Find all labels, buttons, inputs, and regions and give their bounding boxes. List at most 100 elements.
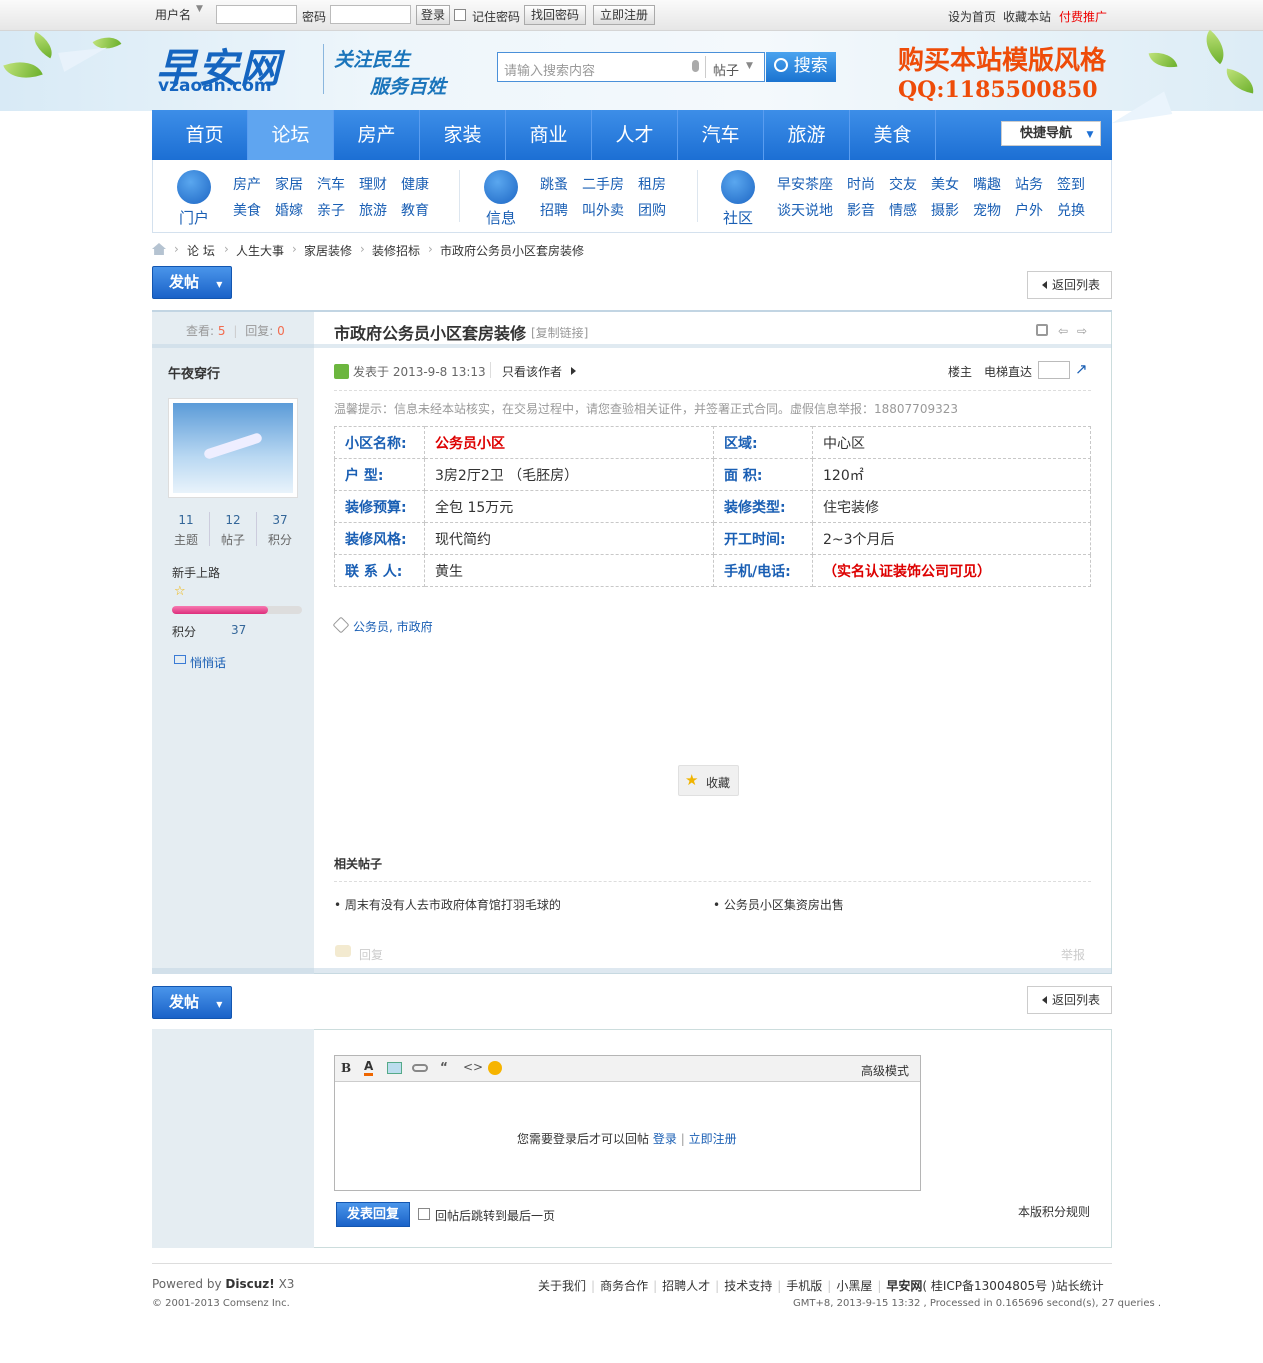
nav-item-food[interactable]: 美食: [850, 110, 936, 160]
username-input[interactable]: [216, 5, 297, 24]
nav-item-auto[interactable]: 汽车: [678, 110, 764, 160]
link-icon[interactable]: [412, 1064, 428, 1072]
subnav-link[interactable]: 签到: [1057, 174, 1085, 194]
footer-link[interactable]: 技术支持: [724, 1279, 772, 1293]
subnav-link[interactable]: 教育: [401, 200, 429, 220]
breadcrumb-item[interactable]: 论 坛: [187, 242, 215, 259]
set-home-link[interactable]: 设为首页: [948, 8, 996, 25]
pm-link[interactable]: 悄悄话: [190, 654, 226, 671]
subnav-group-info[interactable]: 信息: [486, 207, 516, 228]
subnav-link[interactable]: 早安茶座: [777, 174, 833, 194]
subnav-link[interactable]: 美女: [931, 174, 959, 194]
footer-link[interactable]: 商务合作: [600, 1279, 648, 1293]
discuz-link[interactable]: Discuz!: [225, 1277, 274, 1291]
floor-jump-input[interactable]: [1038, 361, 1070, 379]
community-icon[interactable]: [721, 170, 755, 204]
advanced-mode-link[interactable]: 高级模式: [861, 1062, 909, 1079]
author-points-count[interactable]: 37: [257, 513, 303, 527]
back-to-list-button[interactable]: 返回列表: [1027, 271, 1112, 299]
login-button[interactable]: 登录: [416, 5, 450, 25]
subnav-link[interactable]: 情感: [889, 200, 917, 220]
footer-link[interactable]: 招聘人才: [662, 1279, 710, 1293]
copy-link[interactable]: [复制链接]: [531, 324, 588, 341]
nav-item-travel[interactable]: 旅游: [764, 110, 850, 160]
font-color-icon[interactable]: A: [364, 1059, 374, 1076]
breadcrumb-item[interactable]: 人生大事: [236, 242, 284, 259]
info-icon[interactable]: [484, 170, 518, 204]
author-posts-count[interactable]: 12: [210, 513, 256, 527]
breadcrumb-item[interactable]: 家居装修: [304, 242, 352, 259]
paid-promo-link[interactable]: 付费推广: [1059, 8, 1107, 25]
new-post-button[interactable]: 发帖 ▼: [152, 986, 232, 1019]
quick-nav-dropdown[interactable]: 快捷导航 ▼: [1001, 121, 1101, 146]
report-link[interactable]: 举报: [1061, 946, 1085, 963]
thread-tags[interactable]: 公务员, 市政府: [353, 618, 433, 635]
microphone-icon[interactable]: [692, 60, 699, 72]
subnav-link[interactable]: 谈天说地: [777, 200, 833, 220]
previous-thread-icon[interactable]: ⇦: [1058, 324, 1068, 338]
quote-icon[interactable]: “: [440, 1060, 448, 1074]
subnav-link[interactable]: 兑换: [1057, 200, 1085, 220]
subnav-link[interactable]: 汽车: [317, 174, 345, 194]
nav-item-talent[interactable]: 人才: [592, 110, 678, 160]
search-button[interactable]: 搜索: [766, 52, 836, 82]
related-link[interactable]: 周末有没有人去市政府体育馆打羽毛球的: [345, 898, 561, 912]
print-icon[interactable]: [1036, 324, 1048, 336]
jump-last-checkbox[interactable]: [418, 1208, 430, 1220]
promo-ad[interactable]: 购买本站模版风格 QQ:1185500850: [898, 46, 1106, 104]
nav-item-business[interactable]: 商业: [506, 110, 592, 160]
nav-item-property[interactable]: 房产: [334, 110, 420, 160]
subnav-link[interactable]: 房产: [233, 174, 261, 194]
back-to-list-button[interactable]: 返回列表: [1027, 986, 1112, 1014]
subnav-group-community[interactable]: 社区: [723, 207, 753, 228]
login-link[interactable]: 登录: [653, 1132, 677, 1146]
search-input[interactable]: 请输入搜索内容 帖子 ▼: [497, 52, 765, 82]
subnav-link[interactable]: 二手房: [582, 174, 624, 194]
subnav-link[interactable]: 摄影: [931, 200, 959, 220]
bold-icon[interactable]: B: [341, 1061, 351, 1075]
subnav-link[interactable]: 跳蚤: [540, 174, 568, 194]
subnav-link[interactable]: 影音: [847, 200, 875, 220]
subnav-link[interactable]: 嘴趣: [973, 174, 1001, 194]
points-rules-link[interactable]: 本版积分规则: [1018, 1203, 1090, 1220]
subnav-link[interactable]: 宠物: [973, 200, 1001, 220]
register-link[interactable]: 立即注册: [689, 1132, 737, 1146]
register-button[interactable]: 立即注册: [593, 5, 655, 25]
subnav-link[interactable]: 站务: [1015, 174, 1043, 194]
smiley-icon[interactable]: [488, 1061, 502, 1075]
nav-item-forum[interactable]: 论坛: [248, 110, 334, 160]
chevron-down-icon[interactable]: ▼: [196, 4, 203, 14]
subnav-link[interactable]: 招聘: [540, 200, 568, 220]
site-stats-link[interactable]: 站长统计: [1056, 1279, 1104, 1293]
breadcrumb-item[interactable]: 装修招标: [372, 242, 420, 259]
reply-link[interactable]: 回复: [359, 946, 383, 963]
subnav-link[interactable]: 叫外卖: [582, 200, 624, 220]
only-author-link[interactable]: 只看该作者: [502, 363, 562, 380]
related-item[interactable]: • 周末有没有人去市政府体育馆打羽毛球的: [334, 896, 561, 913]
nav-item-decoration[interactable]: 家装: [420, 110, 506, 160]
related-item[interactable]: • 公务员小区集资房出售: [713, 896, 844, 913]
chevron-down-icon[interactable]: ▼: [746, 61, 753, 71]
author-threads-count[interactable]: 11: [163, 513, 209, 527]
next-thread-icon[interactable]: ⇨: [1077, 324, 1087, 338]
subnav-link[interactable]: 租房: [638, 174, 666, 194]
subnav-link[interactable]: 婚嫁: [275, 200, 303, 220]
footer-link[interactable]: 关于我们: [538, 1279, 586, 1293]
image-icon[interactable]: [387, 1062, 402, 1074]
favorite-button[interactable]: ★ 收藏: [678, 765, 739, 796]
subnav-link[interactable]: 亲子: [317, 200, 345, 220]
subnav-link[interactable]: 美食: [233, 200, 261, 220]
author-name[interactable]: 午夜穿行: [168, 363, 220, 382]
new-post-button[interactable]: 发帖 ▼: [152, 266, 232, 299]
recover-password-button[interactable]: 找回密码: [524, 5, 586, 25]
footer-link[interactable]: 小黑屋: [836, 1279, 872, 1293]
related-link[interactable]: 公务员小区集资房出售: [724, 898, 844, 912]
subnav-link[interactable]: 交友: [889, 174, 917, 194]
remember-checkbox[interactable]: [454, 9, 466, 21]
subnav-link[interactable]: 时尚: [847, 174, 875, 194]
avatar[interactable]: [168, 398, 298, 498]
password-input[interactable]: [330, 5, 411, 24]
subnav-group-portal[interactable]: 门户: [179, 207, 209, 228]
subnav-link[interactable]: 户外: [1015, 200, 1043, 220]
submit-reply-button[interactable]: 发表回复: [336, 1202, 410, 1227]
